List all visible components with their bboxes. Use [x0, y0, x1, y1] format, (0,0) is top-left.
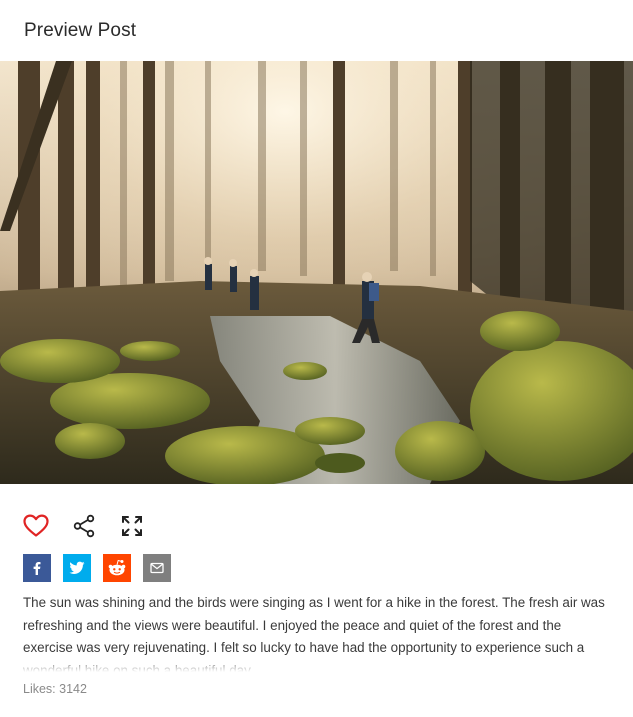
likes-count: Likes: 3142 — [23, 682, 87, 696]
twitter-icon — [69, 561, 85, 574]
header: Preview Post — [0, 0, 633, 61]
email-share-button[interactable] — [143, 554, 171, 582]
caption-fade — [23, 656, 613, 672]
expand-icon — [122, 516, 142, 536]
twitter-share-button[interactable] — [63, 554, 91, 582]
reddit-share-button[interactable] — [103, 554, 131, 582]
heart-icon — [23, 514, 49, 537]
post-actions — [22, 512, 146, 540]
post-image — [0, 61, 633, 484]
facebook-icon — [33, 562, 41, 575]
share-button[interactable] — [70, 512, 98, 540]
preview-post-card: Preview Post The sun was shining and the… — [0, 0, 633, 717]
like-button[interactable] — [22, 512, 50, 540]
expand-button[interactable] — [118, 512, 146, 540]
facebook-share-button[interactable] — [23, 554, 51, 582]
post-caption-container: The sun was shining and the birds were s… — [23, 592, 613, 672]
social-share-row — [23, 554, 171, 582]
share-icon — [73, 514, 95, 538]
reddit-icon — [108, 559, 126, 576]
page-title: Preview Post — [24, 19, 137, 41]
email-icon — [150, 562, 164, 574]
